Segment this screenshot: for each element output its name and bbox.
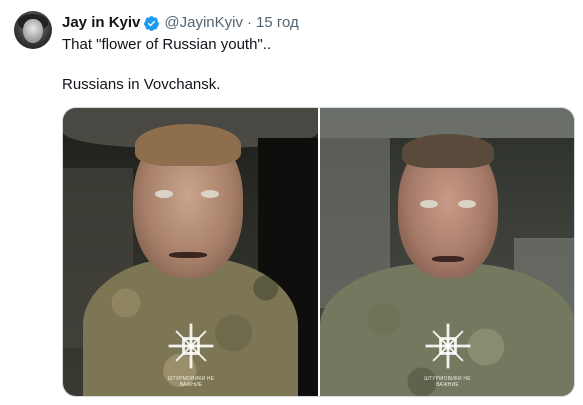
media-grid: ШТУРМОВИКИ НЕ ВАЖНИЕ ШТУРМОВИКИ НЕ ВАЖНИ… [62,107,575,397]
cross-emblem-icon: ШТУРМОВИКИ НЕ ВАЖНИЕ [418,318,478,388]
cross-emblem-icon: ШТУРМОВИКИ НЕ ВАЖНИЕ [161,318,221,388]
tweet[interactable]: Jay in Kyiv @JayinKyiv · 15 год That "fl… [0,0,583,405]
verified-badge-icon [144,15,160,31]
separator-dot: · [246,14,252,31]
watermark-caption: ШТУРМОВИКИ НЕ ВАЖНИЕ [424,376,471,388]
author-display-name[interactable]: Jay in Kyiv [62,13,140,33]
tweet-timestamp[interactable]: 15 год [256,13,299,33]
tweet-text-line-1: That "flower of Russian youth".. [62,36,272,53]
author-avatar[interactable] [14,11,52,49]
tweet-text-line-2: Russians in Vovchansk. [62,76,221,93]
media-photo-1[interactable]: ШТУРМОВИКИ НЕ ВАЖНИЕ [63,108,318,396]
watermark-caption: ШТУРМОВИКИ НЕ ВАЖНИЕ [167,376,215,388]
tweet-text: That "flower of Russian youth".. Russian… [62,35,271,95]
tweet-header: Jay in Kyiv @JayinKyiv · 15 год [62,13,299,33]
author-handle[interactable]: @JayinKyiv [164,13,243,33]
media-photo-2[interactable]: ШТУРМОВИКИ НЕ ВАЖНИЕ [319,108,574,396]
